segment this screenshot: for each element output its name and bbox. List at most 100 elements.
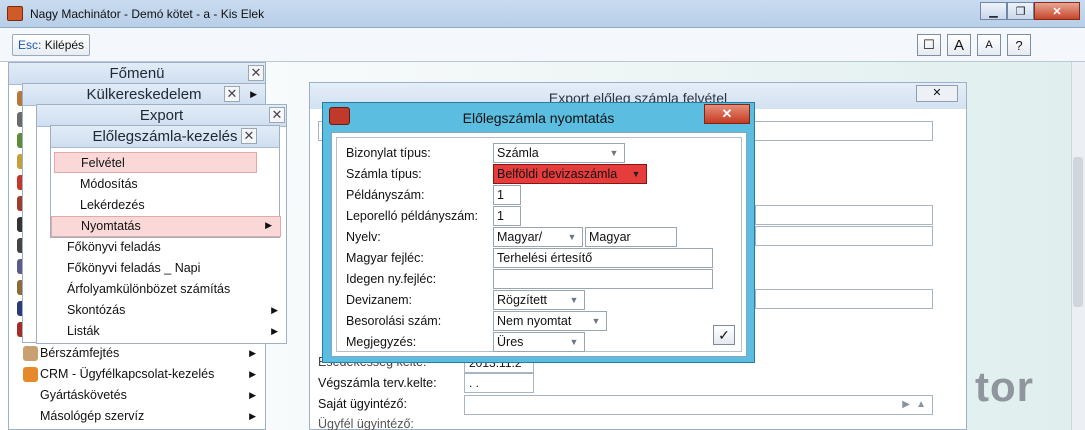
language-label: Nyelv: bbox=[346, 230, 381, 244]
foreign-header-label: Idegen ny.fejléc: bbox=[346, 272, 437, 286]
menu-item-label: Lekérdezés bbox=[80, 198, 145, 212]
crm-icon bbox=[23, 367, 38, 382]
toolbar: Esc: Kilépés ☐ A A ? bbox=[0, 28, 1085, 62]
window-controls: ▁ ❐ ✕ bbox=[980, 2, 1080, 20]
menu-item-label: Gyártáskövetés bbox=[40, 388, 127, 402]
invoice-type-select[interactable]: Belföldi devizaszámla ▼ bbox=[493, 164, 647, 184]
comment-select[interactable]: Üres ▼ bbox=[493, 332, 585, 352]
client-agent-label: Ügyfél ügyintéző: bbox=[318, 417, 414, 430]
copies-input[interactable]: 1 bbox=[493, 185, 521, 205]
form-field[interactable] bbox=[755, 289, 933, 309]
own-agent-label: Saját ügyintéző: bbox=[318, 397, 407, 411]
submenu-arrow-icon: ▶ bbox=[249, 348, 256, 358]
menu-item-lists[interactable]: Listák ▶ bbox=[67, 321, 286, 342]
language-name-field: Magyar bbox=[585, 227, 677, 247]
final-invoice-date-field[interactable]: . . bbox=[464, 373, 534, 393]
menu-item-modify[interactable]: Módosítás bbox=[80, 174, 257, 195]
menu-item-payroll[interactable]: Bérszámfejtés ▶ bbox=[40, 343, 264, 364]
exit-label: Kilépés bbox=[44, 38, 85, 52]
menu-item-discount[interactable]: Skontózás ▶ bbox=[67, 300, 286, 321]
font-smaller-button[interactable]: A bbox=[977, 34, 1001, 56]
exit-button[interactable]: Esc: Kilépés bbox=[12, 34, 91, 56]
comment-label: Megjegyzés: bbox=[346, 335, 417, 349]
menu-item-print-highlight[interactable]: Nyomtatás ▶ bbox=[51, 216, 281, 237]
menu-item-label: Nyomtatás bbox=[81, 219, 141, 233]
own-agent-field[interactable]: ▶ ▲ bbox=[464, 395, 933, 415]
submenu-arrow-icon: ▶ bbox=[271, 326, 278, 336]
select-value: Üres bbox=[497, 335, 524, 349]
submenu-arrow-icon: ▶ bbox=[265, 220, 272, 230]
hungarian-header-input[interactable]: Terhelési értesítő bbox=[493, 248, 713, 268]
document-type-select[interactable]: Számla ▼ bbox=[493, 143, 625, 163]
help-button[interactable]: ? bbox=[1007, 34, 1031, 56]
window-title: Nagy Machinátor - Demó kötet - a - Kis E… bbox=[30, 7, 265, 21]
classification-number-select[interactable]: Nem nyomtat ▼ bbox=[493, 311, 607, 331]
menu-item-ledger-posting-daily[interactable]: Főkönyvi feladás _ Napi bbox=[67, 258, 286, 279]
menu-item-label: Főkönyvi feladás bbox=[67, 240, 161, 254]
invoice-type-label: Számla típus: bbox=[346, 167, 422, 181]
menu-item-label: Módosítás bbox=[80, 177, 138, 191]
payroll-icon bbox=[23, 346, 38, 361]
form-field[interactable] bbox=[755, 205, 933, 225]
dialog-title: Előlegszámla nyomtatás bbox=[462, 110, 615, 126]
menu-item-fx-difference[interactable]: Árfolyamkülönbözet számítás bbox=[67, 279, 286, 300]
select-value: Nem nyomtat bbox=[497, 314, 572, 328]
dialog-body: Bizonylat típus: Számla ▼ Számla típus: B… bbox=[331, 132, 747, 357]
menu-item-query[interactable]: Lekérdezés bbox=[80, 195, 257, 216]
window-layout-button[interactable]: ☐ bbox=[917, 34, 941, 56]
vertical-scrollbar[interactable] bbox=[1071, 62, 1085, 430]
brand-watermark: tor bbox=[975, 363, 1034, 410]
print-advance-invoice-dialog: Előlegszámla nyomtatás ✕ Bizonylat típus… bbox=[322, 102, 755, 363]
copies-label: Példányszám: bbox=[346, 188, 425, 202]
chevron-down-icon: ▼ bbox=[609, 148, 619, 158]
document-type-label: Bizonylat típus: bbox=[346, 146, 431, 160]
minimize-button[interactable]: ▁ bbox=[980, 2, 1007, 20]
menu-item-create[interactable]: Felvétel bbox=[54, 152, 257, 173]
foreign-header-input[interactable] bbox=[493, 269, 713, 289]
font-larger-button[interactable]: A bbox=[947, 34, 971, 56]
menu-item-ledger-posting[interactable]: Főkönyvi feladás bbox=[67, 237, 286, 258]
esc-key-label: Esc: bbox=[18, 38, 42, 52]
classification-number-label: Besorolási szám: bbox=[346, 314, 442, 328]
form-field[interactable] bbox=[755, 226, 933, 246]
advance-invoice-menu-close-button[interactable]: ✕ bbox=[241, 128, 257, 144]
export-menu-close-button[interactable]: ✕ bbox=[269, 107, 285, 123]
submenu-arrow-icon: ▶ bbox=[249, 369, 256, 379]
scrollbar-thumb[interactable] bbox=[1073, 157, 1083, 307]
select-value: Számla bbox=[497, 146, 539, 160]
chevron-down-icon: ▼ bbox=[631, 169, 641, 179]
foreign-trade-menu-close-button[interactable]: ✕ bbox=[224, 86, 240, 102]
app-icon bbox=[7, 6, 23, 21]
language-select[interactable]: Magyar/ ▼ bbox=[493, 227, 583, 247]
submenu-arrow-icon: ▶ bbox=[271, 305, 278, 315]
menu-item-label: Főkönyvi feladás _ Napi bbox=[67, 261, 201, 275]
select-value: Rögzített bbox=[497, 293, 548, 307]
menu-item-crm[interactable]: CRM - Ügyfélkapcsolat-kezelés ▶ bbox=[40, 364, 264, 385]
menu-item-copier-service[interactable]: Másológép szervíz ▶ bbox=[40, 406, 264, 427]
select-value: Belföldi devizaszámla bbox=[497, 167, 618, 181]
select-value: Magyar/ bbox=[497, 230, 543, 244]
menu-item-label: Felvétel bbox=[81, 156, 125, 170]
menu-item-label: CRM - Ügyfélkapcsolat-kezelés bbox=[40, 367, 215, 381]
final-invoice-date-label: Végszámla terv.kelte: bbox=[318, 376, 437, 390]
currency-select[interactable]: Rögzített ▼ bbox=[493, 290, 585, 310]
main-menu-title: Főmenü bbox=[9, 63, 265, 85]
export-menu-title: Export bbox=[37, 105, 286, 127]
main-menu-close-button[interactable]: ✕ bbox=[248, 65, 264, 81]
chevron-down-icon: ▼ bbox=[591, 316, 601, 326]
currency-label: Devizanem: bbox=[346, 293, 412, 307]
chevron-down-icon: ▼ bbox=[567, 232, 577, 242]
window-titlebar: Nagy Machinátor - Demó kötet - a - Kis E… bbox=[0, 0, 1085, 28]
submenu-arrow-icon: ▶ bbox=[249, 411, 256, 421]
leporello-copies-label: Leporelló példányszám: bbox=[346, 209, 479, 223]
leporello-copies-input[interactable]: 1 bbox=[493, 206, 521, 226]
submenu-arrow-icon: ▶ bbox=[249, 390, 256, 400]
dialog-close-button[interactable]: ✕ bbox=[704, 104, 750, 124]
confirm-button[interactable]: ✓ bbox=[713, 325, 735, 345]
export-invoice-form-close-button[interactable]: ✕ bbox=[916, 85, 958, 102]
menu-item-label: Árfolyamkülönbözet számítás bbox=[67, 282, 231, 296]
menu-item-label: Másológép szervíz bbox=[40, 409, 145, 423]
menu-item-production[interactable]: Gyártáskövetés ▶ bbox=[40, 385, 264, 406]
close-window-button[interactable]: ✕ bbox=[1034, 2, 1080, 20]
maximize-button[interactable]: ❐ bbox=[1007, 2, 1034, 20]
